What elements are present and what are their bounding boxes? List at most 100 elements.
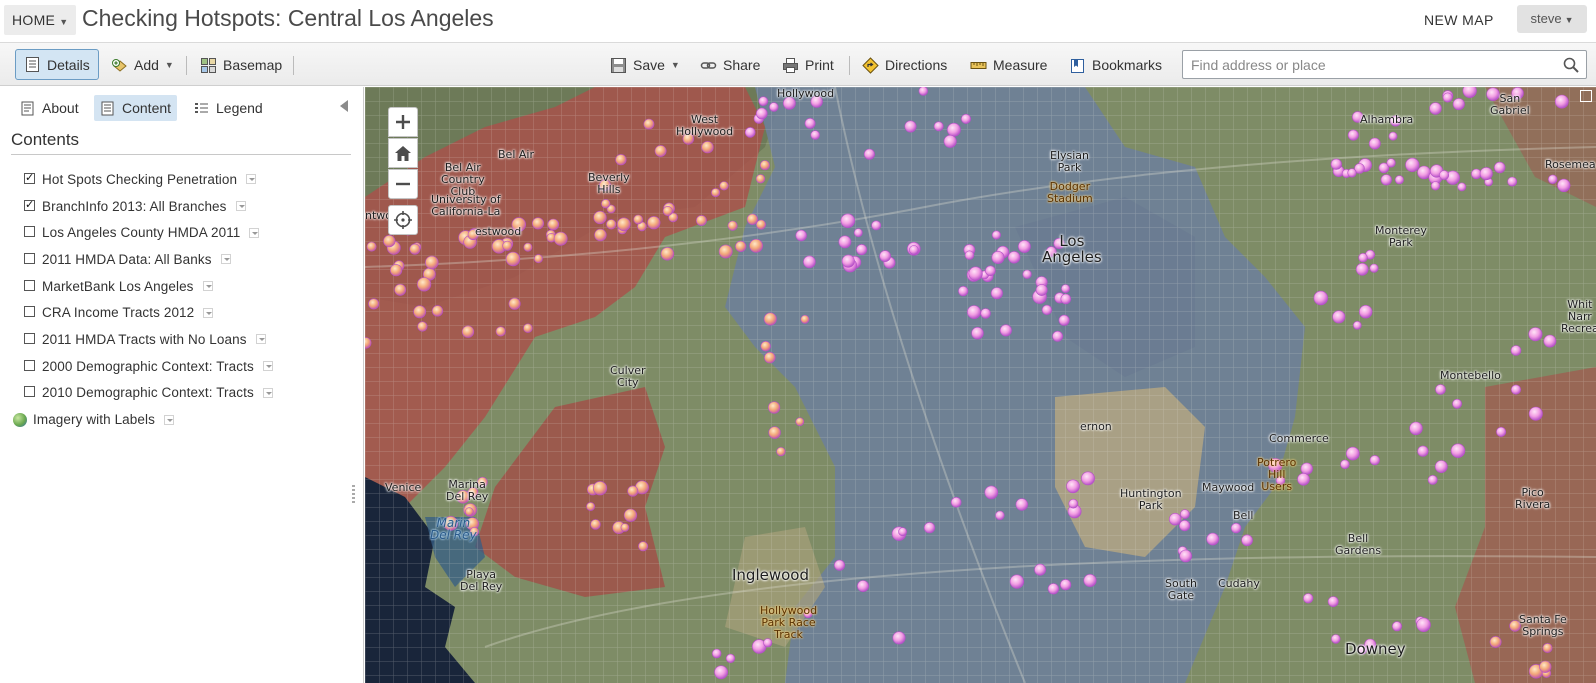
branch-marker[interactable] (1009, 574, 1025, 589)
branch-marker[interactable] (1430, 181, 1441, 191)
branch-marker[interactable] (508, 297, 521, 310)
branch-marker[interactable] (389, 264, 403, 277)
branch-marker[interactable] (1471, 168, 1482, 180)
branch-marker[interactable] (1386, 158, 1396, 168)
branch-marker[interactable] (1416, 617, 1431, 632)
branch-marker[interactable] (660, 247, 675, 261)
branch-marker[interactable] (633, 214, 644, 225)
branch-marker[interactable] (695, 215, 707, 226)
branch-marker[interactable] (768, 401, 781, 414)
branch-marker[interactable] (593, 210, 607, 225)
branch-marker[interactable] (918, 87, 928, 96)
branch-marker[interactable] (1331, 634, 1341, 644)
branch-marker[interactable] (616, 217, 631, 232)
branch-marker[interactable] (1547, 174, 1558, 185)
layer-options-icon[interactable] (163, 414, 174, 425)
branch-marker[interactable] (841, 254, 855, 268)
branch-marker[interactable] (505, 251, 521, 267)
branch-marker[interactable] (1543, 334, 1557, 348)
branch-marker[interactable] (980, 308, 991, 319)
branch-marker[interactable] (1355, 263, 1369, 276)
collapse-panel-icon[interactable] (340, 100, 348, 112)
branch-marker[interactable] (1409, 421, 1423, 436)
branch-marker[interactable] (1041, 304, 1053, 315)
branch-marker[interactable] (712, 648, 722, 659)
branch-marker[interactable] (795, 417, 805, 427)
branch-marker[interactable] (1347, 129, 1359, 141)
branch-marker[interactable] (416, 277, 432, 292)
branch-marker[interactable] (857, 580, 869, 592)
branch-marker[interactable] (1035, 284, 1048, 296)
branch-marker[interactable] (1392, 621, 1403, 632)
branch-marker[interactable] (1452, 398, 1462, 409)
branch-marker[interactable] (1388, 131, 1398, 141)
branch-marker[interactable] (615, 154, 627, 166)
branch-marker[interactable] (1554, 94, 1569, 109)
branch-marker[interactable] (1007, 251, 1021, 264)
branch-marker[interactable] (950, 496, 962, 508)
branch-marker[interactable] (1081, 471, 1095, 486)
branch-marker[interactable] (1394, 175, 1404, 185)
branch-marker[interactable] (725, 653, 736, 664)
branch-marker[interactable] (1015, 498, 1028, 511)
branch-marker[interactable] (627, 485, 639, 497)
branch-marker[interactable] (755, 107, 768, 120)
branch-marker[interactable] (768, 426, 781, 439)
tab-content[interactable]: Content (94, 95, 178, 121)
branch-marker[interactable] (1369, 263, 1379, 273)
user-menu-button[interactable]: steve ▼ (1517, 5, 1587, 33)
search-input[interactable] (1191, 55, 1551, 75)
branch-marker[interactable] (1052, 330, 1063, 342)
layer-label[interactable]: 2011 HMDA Data: All Banks (42, 252, 212, 267)
search-icon[interactable] (1562, 56, 1580, 74)
share-button[interactable]: Share (700, 50, 760, 80)
add-button[interactable]: Add ▼ (111, 50, 174, 80)
tab-legend[interactable]: Legend (188, 95, 269, 121)
branch-marker[interactable] (991, 230, 1001, 240)
save-button[interactable]: Save ▼ (610, 50, 680, 80)
branch-marker[interactable] (1442, 92, 1453, 103)
locate-button[interactable] (388, 205, 418, 235)
expand-icon[interactable] (1580, 90, 1592, 102)
branch-marker[interactable] (968, 266, 983, 281)
branch-marker[interactable] (719, 181, 729, 191)
branch-marker[interactable] (1528, 406, 1543, 421)
branch-marker[interactable] (620, 523, 630, 532)
branch-marker[interactable] (1510, 345, 1522, 356)
branch-marker[interactable] (904, 120, 917, 133)
branch-marker[interactable] (1178, 520, 1191, 532)
layer-options-icon[interactable] (262, 361, 273, 372)
branch-marker[interactable] (1457, 182, 1467, 192)
branch-marker[interactable] (643, 118, 655, 130)
measure-button[interactable]: Measure (970, 50, 1047, 80)
branch-marker[interactable] (431, 305, 444, 317)
branch-marker[interactable] (863, 148, 875, 160)
branch-marker[interactable] (727, 220, 738, 231)
branch-marker[interactable] (1493, 161, 1506, 174)
branch-marker[interactable] (923, 522, 936, 534)
branch-marker[interactable] (999, 324, 1012, 337)
branch-marker[interactable] (1340, 459, 1350, 469)
branch-marker[interactable] (601, 199, 611, 209)
branch-marker[interactable] (764, 351, 776, 364)
branch-marker[interactable] (495, 326, 506, 337)
branch-marker[interactable] (1347, 168, 1357, 178)
branch-marker[interactable] (383, 235, 396, 248)
print-button[interactable]: Print (782, 50, 834, 80)
branch-marker[interactable] (1047, 583, 1060, 595)
layer-label[interactable]: BranchInfo 2013: All Branches (42, 199, 227, 214)
branch-marker[interactable] (735, 240, 747, 252)
branch-marker[interactable] (1417, 445, 1429, 457)
branch-marker[interactable] (647, 216, 661, 230)
branch-marker[interactable] (417, 321, 428, 332)
branch-marker[interactable] (1297, 472, 1310, 486)
branch-marker[interactable] (547, 218, 560, 231)
default-extent-button[interactable] (388, 138, 418, 168)
branch-marker[interactable] (1352, 321, 1362, 330)
branch-marker[interactable] (594, 228, 607, 242)
branch-marker[interactable] (1405, 157, 1420, 172)
branch-marker[interactable] (755, 174, 766, 184)
branch-marker[interactable] (804, 118, 816, 129)
layer-checkbox[interactable] (24, 306, 35, 318)
layer-options-icon[interactable] (203, 307, 214, 318)
